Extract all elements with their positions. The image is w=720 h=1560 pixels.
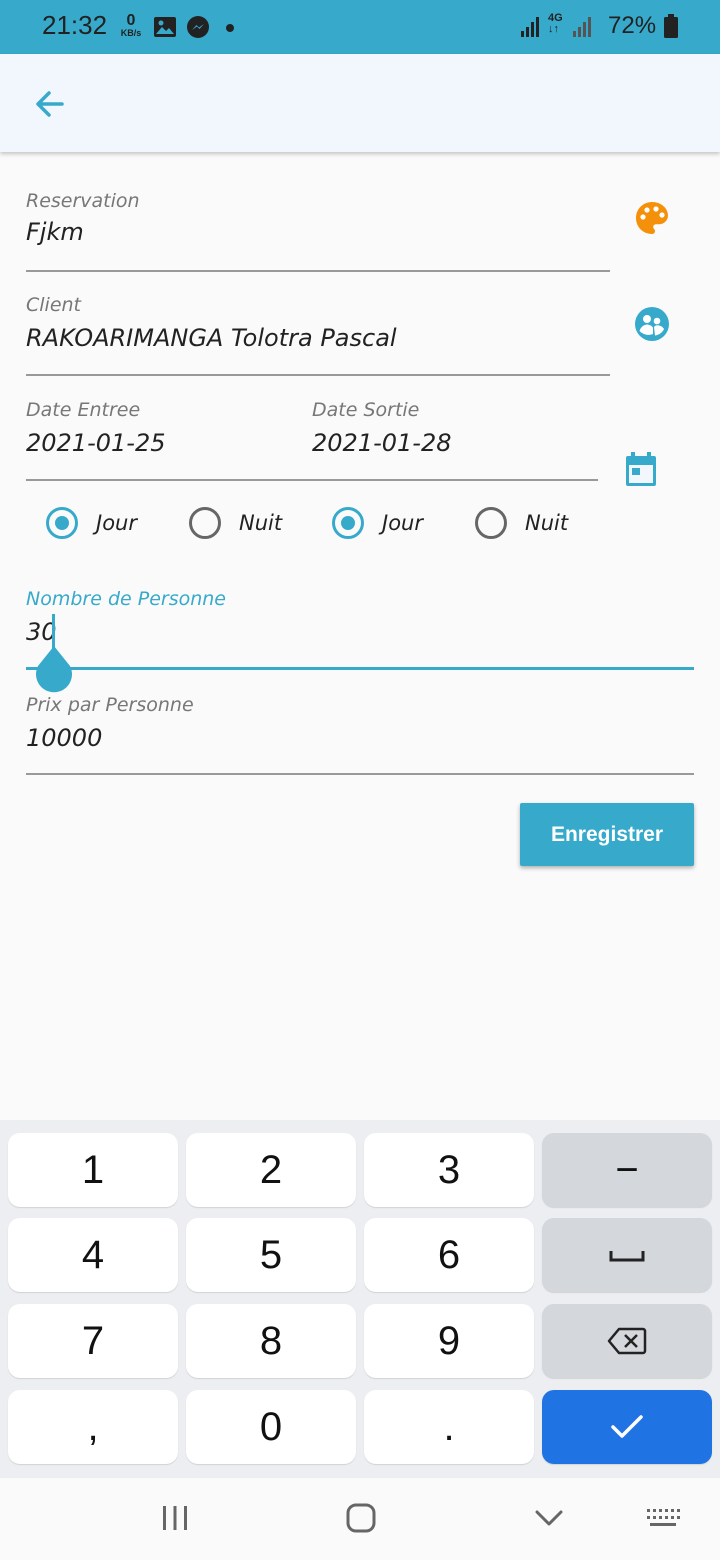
- calendar-icon[interactable]: [624, 452, 658, 492]
- gallery-icon: [153, 16, 177, 42]
- prix-personne-underline: [26, 773, 694, 775]
- reservation-value: Fjkm: [26, 218, 84, 246]
- key-5[interactable]: 5: [186, 1218, 356, 1292]
- sortie-radio-nuit[interactable]: Nuit: [475, 505, 568, 541]
- key-8[interactable]: 8: [186, 1304, 356, 1378]
- save-button[interactable]: Enregistrer: [520, 803, 694, 866]
- radio-selected[interactable]: [46, 507, 78, 539]
- key-2[interactable]: 2: [186, 1133, 356, 1207]
- notification-dot: [226, 24, 234, 32]
- key-3[interactable]: 3: [364, 1133, 534, 1207]
- key-4[interactable]: 4: [8, 1218, 178, 1292]
- prix-personne-field[interactable]: Prix par Personne 10000: [26, 690, 694, 778]
- radio-selected[interactable]: [332, 507, 364, 539]
- sortie-radio-jour[interactable]: Jour: [332, 505, 423, 541]
- reservation-underline: [26, 270, 610, 272]
- network-type: 4G ↓↑: [548, 12, 563, 35]
- entree-radio-jour[interactable]: Jour: [46, 505, 137, 541]
- keyboard-switch-icon[interactable]: [646, 1507, 680, 1533]
- done-key[interactable]: [542, 1390, 712, 1464]
- key-minus[interactable]: −: [542, 1133, 712, 1207]
- date-sortie-field[interactable]: Date Sortie 2021-01-28: [312, 395, 598, 483]
- messenger-icon: [186, 15, 210, 43]
- battery-percentage: 72%: [608, 12, 657, 39]
- check-icon: [611, 1415, 643, 1438]
- navigation-bar: [0, 1478, 720, 1560]
- palette-icon[interactable]: [634, 200, 670, 240]
- backspace-icon: [607, 1327, 647, 1355]
- radio-unselected[interactable]: [189, 507, 221, 539]
- arrow-left-icon[interactable]: [30, 84, 70, 124]
- battery-icon: [664, 14, 678, 42]
- nombre-personne-label: Nombre de Personne: [26, 588, 226, 610]
- app-bar: [0, 54, 720, 152]
- radio-label: Jour: [382, 511, 423, 535]
- radio-unselected[interactable]: [475, 507, 507, 539]
- client-underline: [26, 374, 610, 376]
- date-sortie-value: 2021-01-28: [312, 429, 452, 457]
- radio-label: Nuit: [239, 511, 283, 535]
- people-icon[interactable]: [634, 306, 670, 346]
- space-icon: [609, 1251, 645, 1262]
- key-9[interactable]: 9: [364, 1304, 534, 1378]
- client-label: Client: [26, 294, 82, 316]
- client-field[interactable]: Client RAKOARIMANGA Tolotra Pascal: [26, 290, 610, 378]
- radio-label: Nuit: [525, 511, 569, 535]
- backspace-key[interactable]: [542, 1304, 712, 1378]
- date-entree-value: 2021-01-25: [26, 429, 166, 457]
- signal-icon-2: [572, 16, 594, 42]
- key-7[interactable]: 7: [8, 1304, 178, 1378]
- key-comma[interactable]: ,: [8, 1390, 178, 1464]
- status-bar: 21:32 0 KB/s 4G ↓↑ 72%: [0, 0, 720, 54]
- reservation-field[interactable]: Reservation Fjkm: [26, 186, 610, 274]
- date-sortie-label: Date Sortie: [312, 399, 420, 421]
- nombre-personne-underline: [26, 667, 694, 670]
- recents-icon[interactable]: [160, 1504, 190, 1536]
- key-0[interactable]: 0: [186, 1390, 356, 1464]
- signal-icon: [520, 16, 542, 42]
- home-icon[interactable]: [345, 1502, 377, 1538]
- key-6[interactable]: 6: [364, 1218, 534, 1292]
- prix-personne-value: 10000: [26, 724, 103, 752]
- entree-radio-nuit[interactable]: Nuit: [189, 505, 282, 541]
- data-rate: 0 KB/s: [120, 12, 142, 38]
- client-value: RAKOARIMANGA Tolotra Pascal: [26, 324, 397, 352]
- date-underline: [26, 479, 598, 481]
- status-time: 21:32: [42, 10, 108, 40]
- date-entree-label: Date Entree: [26, 399, 141, 421]
- numeric-keyboard: 1 2 3 − 4 5 6 7 8 9 , 0 .: [0, 1120, 720, 1478]
- key-1[interactable]: 1: [8, 1133, 178, 1207]
- prix-personne-label: Prix par Personne: [26, 694, 194, 716]
- space-key[interactable]: [542, 1218, 712, 1292]
- radio-label: Jour: [96, 511, 137, 535]
- back-icon[interactable]: [534, 1508, 564, 1532]
- reservation-label: Reservation: [26, 190, 140, 212]
- key-period[interactable]: .: [364, 1390, 534, 1464]
- nombre-personne-field[interactable]: Nombre de Personne 30: [26, 584, 694, 693]
- date-entree-field[interactable]: Date Entree 2021-01-25: [26, 395, 312, 483]
